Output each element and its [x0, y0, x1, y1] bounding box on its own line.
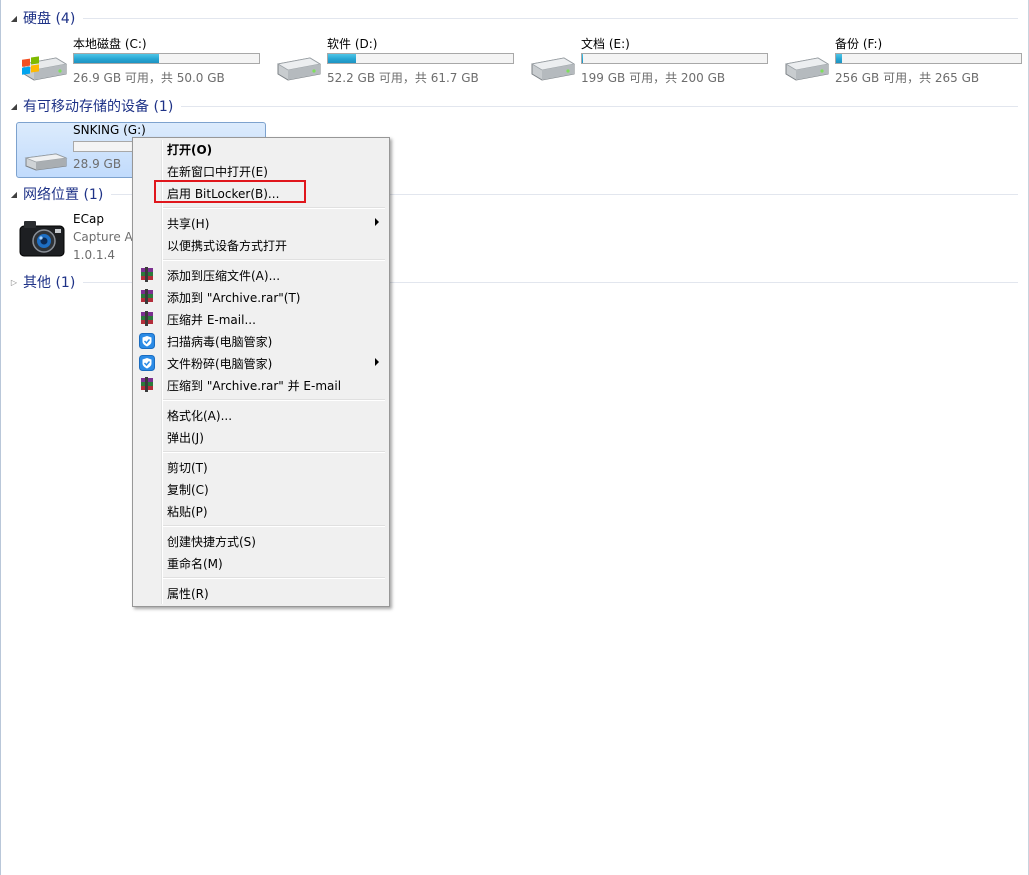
- drive-tile-c[interactable]: 本地磁盘 (C:) 26.9 GB 可用，共 50.0 GB: [16, 34, 266, 88]
- drive-name: 本地磁盘 (C:): [73, 37, 147, 51]
- expand-arrow-icon[interactable]: ◢: [8, 190, 20, 199]
- drive-name: 备份 (F:): [835, 37, 883, 51]
- camera-icon: [19, 221, 65, 257]
- capacity-bar: [581, 53, 768, 64]
- menu-item-label: 创建快捷方式(S): [167, 535, 256, 549]
- shield-icon: [139, 333, 155, 349]
- drive-free-space: 199 GB 可用，共 200 GB: [581, 71, 726, 85]
- group-divider: [83, 17, 1018, 19]
- menu-item-add-to-archive-rar[interactable]: 添加到 "Archive.rar"(T): [135, 286, 387, 308]
- capacity-bar-fill: [328, 54, 357, 63]
- group-header-removable[interactable]: ◢ 有可移动存储的设备 (1): [8, 95, 1028, 117]
- submenu-arrow-icon: [375, 218, 379, 226]
- menu-separator: [163, 259, 385, 262]
- menu-item-label: 格式化(A)...: [167, 409, 233, 423]
- menu-item-open-new-window[interactable]: 在新窗口中打开(E): [135, 160, 387, 182]
- windows-drive-icon: [22, 56, 68, 81]
- capacity-bar: [327, 53, 514, 64]
- winrar-icon: [141, 311, 153, 326]
- hard-drive-icon: [276, 57, 322, 81]
- hard-drive-icon: [530, 57, 576, 81]
- menu-item-scan-virus[interactable]: 扫描病毒(电脑管家): [135, 330, 387, 352]
- drive-name: 文档 (E:): [581, 37, 630, 51]
- group-title-network: 网络位置 (1): [23, 187, 104, 203]
- capacity-bar-fill: [836, 54, 843, 63]
- annotation-highlight-box: [154, 180, 306, 203]
- menu-item-open[interactable]: 打开(O): [135, 138, 387, 160]
- menu-item-label: 扫描病毒(电脑管家): [167, 335, 273, 349]
- drive-tile-f[interactable]: 备份 (F:) 256 GB 可用，共 265 GB: [778, 34, 1028, 88]
- collapsed-arrow-icon[interactable]: ▷: [8, 278, 20, 287]
- group-header-hard-disks[interactable]: ◢ 硬盘 (4): [8, 7, 1028, 29]
- menu-item-copy[interactable]: 复制(C): [135, 478, 387, 500]
- capacity-bar-fill: [74, 54, 160, 63]
- capacity-bar: [73, 141, 133, 152]
- capacity-bar-fill: [582, 54, 583, 63]
- menu-item-cut[interactable]: 剪切(T): [135, 456, 387, 478]
- group-title-hard-disks: 硬盘 (4): [23, 11, 76, 27]
- network-location-name: ECap: [73, 212, 104, 226]
- winrar-icon: [141, 377, 153, 392]
- menu-item-paste[interactable]: 粘贴(P): [135, 500, 387, 522]
- menu-item-label: 共享(H): [167, 217, 210, 231]
- menu-item-rename[interactable]: 重命名(M): [135, 552, 387, 574]
- menu-item-label: 压缩到 "Archive.rar" 并 E-mail: [167, 379, 342, 393]
- menu-item-label: 压缩并 E-mail...: [167, 313, 256, 327]
- menu-item-label: 弹出(J): [167, 431, 204, 445]
- menu-separator: [163, 525, 385, 528]
- capacity-bar: [73, 53, 260, 64]
- capacity-bar: [835, 53, 1022, 64]
- menu-item-label: 剪切(T): [167, 461, 208, 475]
- menu-item-share[interactable]: 共享(H): [135, 212, 387, 234]
- menu-item-add-to-archive[interactable]: 添加到压缩文件(A)...: [135, 264, 387, 286]
- menu-item-compress-and-email[interactable]: 压缩并 E-mail...: [135, 308, 387, 330]
- menu-item-format[interactable]: 格式化(A)...: [135, 404, 387, 426]
- winrar-icon: [141, 267, 153, 282]
- network-location-description: Capture A: [73, 230, 133, 244]
- menu-item-label: 添加到 "Archive.rar"(T): [167, 291, 301, 305]
- drive-tile-e[interactable]: 文档 (E:) 199 GB 可用，共 200 GB: [524, 34, 774, 88]
- menu-item-eject[interactable]: 弹出(J): [135, 426, 387, 448]
- usb-drive-icon: [24, 153, 68, 171]
- drive-free-space: 256 GB 可用，共 265 GB: [835, 71, 980, 85]
- menu-item-label: 在新窗口中打开(E): [167, 165, 268, 179]
- menu-item-label: 以便携式设备方式打开: [167, 239, 288, 253]
- drive-name: SNKING (G:): [73, 123, 146, 137]
- window-left-border: [0, 0, 1, 875]
- menu-item-label: 文件粉碎(电脑管家): [167, 357, 273, 371]
- menu-separator: [163, 577, 385, 580]
- drive-free-space: 52.2 GB 可用，共 61.7 GB: [327, 71, 479, 85]
- menu-separator: [163, 451, 385, 454]
- drive-name: 软件 (D:): [327, 37, 378, 51]
- menu-item-label: 重命名(M): [167, 557, 223, 571]
- submenu-arrow-icon: [375, 358, 379, 366]
- menu-item-label: 复制(C): [167, 483, 209, 497]
- shield-icon: [139, 355, 155, 371]
- context-menu: 打开(O) 在新窗口中打开(E) 启用 BitLocker(B)... 共享(H…: [132, 137, 390, 607]
- group-title-removable: 有可移动存储的设备 (1): [23, 99, 174, 115]
- hard-drive-icon: [784, 57, 830, 81]
- menu-item-label: 打开(O): [167, 143, 213, 157]
- drive-free-space: 26.9 GB 可用，共 50.0 GB: [73, 71, 225, 85]
- menu-separator: [163, 207, 385, 210]
- menu-item-label: 粘贴(P): [167, 505, 208, 519]
- menu-separator: [163, 399, 385, 402]
- expand-arrow-icon[interactable]: ◢: [8, 14, 20, 23]
- menu-item-open-as-portable[interactable]: 以便携式设备方式打开: [135, 234, 387, 256]
- expand-arrow-icon[interactable]: ◢: [8, 102, 20, 111]
- menu-item-label: 属性(R): [167, 587, 209, 601]
- menu-item-label: 添加到压缩文件(A)...: [167, 269, 281, 283]
- menu-item-file-shredder[interactable]: 文件粉碎(电脑管家): [135, 352, 387, 374]
- group-divider: [181, 105, 1018, 107]
- drive-free-space: 28.9 GB: [73, 157, 122, 171]
- group-title-other: 其他 (1): [23, 275, 76, 291]
- menu-item-create-shortcut[interactable]: 创建快捷方式(S): [135, 530, 387, 552]
- drive-tile-d[interactable]: 软件 (D:) 52.2 GB 可用，共 61.7 GB: [270, 34, 520, 88]
- menu-item-compress-to-archive-and-email[interactable]: 压缩到 "Archive.rar" 并 E-mail: [135, 374, 387, 396]
- menu-item-properties[interactable]: 属性(R): [135, 582, 387, 604]
- winrar-icon: [141, 289, 153, 304]
- network-location-address: 1.0.1.4: [73, 248, 115, 262]
